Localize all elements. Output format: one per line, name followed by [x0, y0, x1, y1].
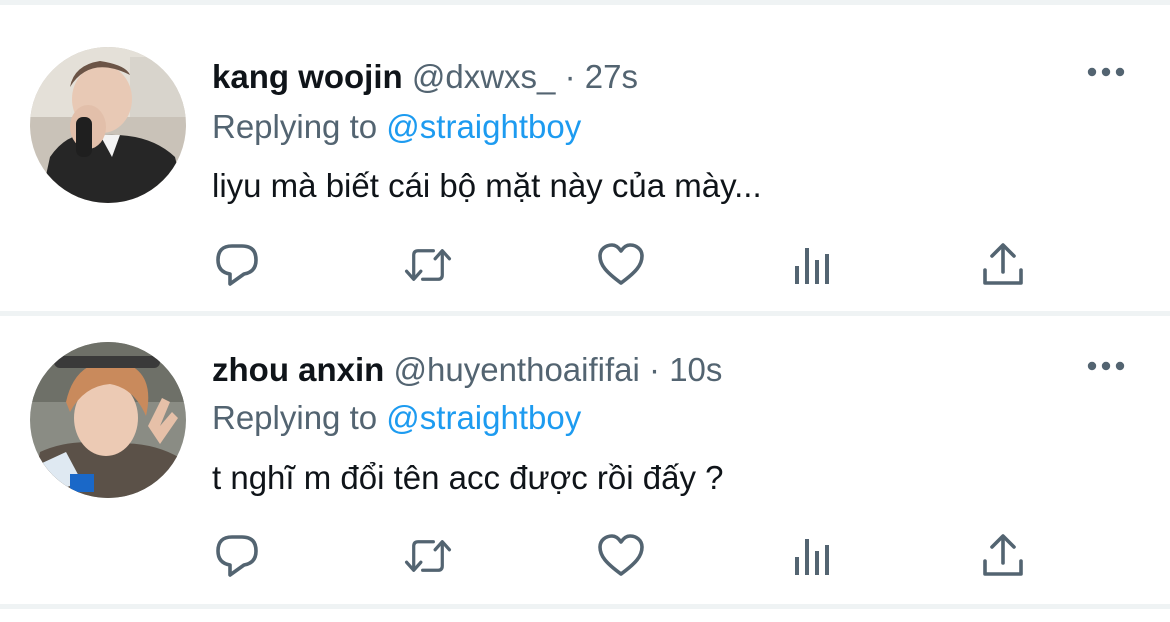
tweet-divider: [0, 604, 1170, 609]
replying-prefix: Replying to: [212, 108, 378, 145]
reply-icon: [216, 244, 258, 286]
share-icon: [983, 243, 1023, 285]
mention-link[interactable]: @straightboy: [386, 108, 581, 145]
share-icon: [983, 534, 1023, 576]
tweet-text: t nghĩ m đổi tên acc được rồi đấy ?: [212, 459, 724, 496]
like-icon: [598, 243, 644, 285]
reply-button[interactable]: [212, 240, 262, 290]
meta-separator: ·: [564, 58, 576, 95]
action-bar: [0, 531, 1170, 581]
more-icon: [1087, 361, 1125, 371]
display-name[interactable]: kang woojin: [212, 58, 403, 95]
meta-separator: ·: [649, 351, 661, 388]
tweet-reply[interactable]: kang woojin @dxwxs_ · 27s Replying to @s…: [0, 5, 1170, 311]
replying-to: Replying to @straightboy: [212, 396, 581, 440]
retweet-icon: [404, 540, 452, 572]
like-button[interactable]: [596, 240, 646, 290]
more-icon: [1087, 67, 1125, 77]
retweet-button[interactable]: [403, 240, 453, 290]
action-bar: [0, 240, 1170, 290]
retweet-icon: [404, 249, 452, 281]
reply-button[interactable]: [212, 531, 262, 581]
user-handle[interactable]: @huyenthoaififai: [394, 351, 640, 388]
tweet-header: zhou anxin @huyenthoaififai · 10s: [212, 348, 722, 392]
avatar[interactable]: [30, 47, 186, 203]
retweet-button[interactable]: [403, 531, 453, 581]
timestamp[interactable]: 10s: [669, 351, 722, 388]
share-button[interactable]: [978, 531, 1028, 581]
tweet-text: liyu mà biết cái bộ mặt này của mày...: [212, 167, 762, 204]
reply-icon: [216, 535, 258, 577]
like-button[interactable]: [596, 531, 646, 581]
share-button[interactable]: [978, 240, 1028, 290]
views-icon: [795, 539, 829, 575]
more-options-button[interactable]: [1086, 356, 1126, 376]
views-icon: [795, 248, 829, 284]
views-button[interactable]: [788, 531, 838, 581]
replying-prefix: Replying to: [212, 399, 378, 436]
avatar[interactable]: [30, 342, 186, 498]
mention-link[interactable]: @straightboy: [386, 399, 581, 436]
more-options-button[interactable]: [1086, 62, 1126, 82]
user-handle[interactable]: @dxwxs_: [412, 58, 556, 95]
replying-to: Replying to @straightboy: [212, 105, 581, 149]
tweet-header: kang woojin @dxwxs_ · 27s: [212, 55, 638, 99]
views-button[interactable]: [788, 240, 838, 290]
timestamp[interactable]: 27s: [585, 58, 638, 95]
tweet-reply[interactable]: zhou anxin @huyenthoaififai · 10s Replyi…: [0, 316, 1170, 622]
like-icon: [598, 534, 644, 576]
display-name[interactable]: zhou anxin: [212, 351, 384, 388]
